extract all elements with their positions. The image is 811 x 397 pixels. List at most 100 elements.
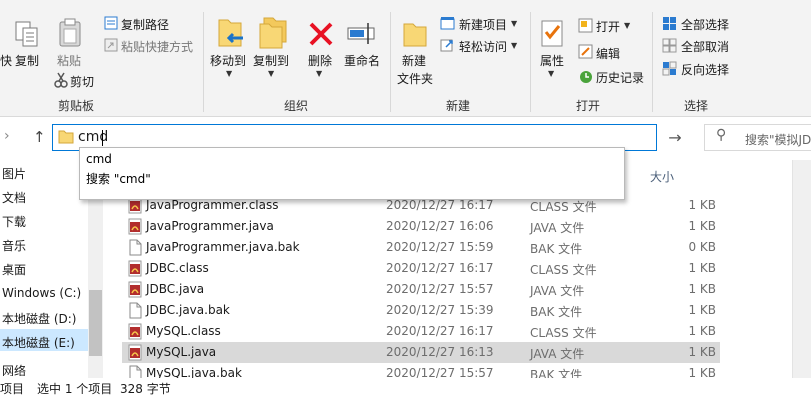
file-date: 2020/12/27 16:06 bbox=[386, 219, 494, 233]
file-size: 1 KB bbox=[688, 324, 716, 338]
nav-item-downloads[interactable]: 下载 bbox=[2, 213, 26, 230]
copy-to-button[interactable]: 复制到 bbox=[253, 52, 289, 69]
separator bbox=[203, 12, 204, 112]
file-icon bbox=[129, 302, 142, 319]
go-arrow-icon[interactable]: → bbox=[660, 124, 690, 151]
paste-icon[interactable] bbox=[57, 18, 83, 48]
chevron-down-icon[interactable]: ▼ bbox=[624, 21, 630, 30]
nav-item-drive-d[interactable]: 本地磁盘 (D:) bbox=[2, 310, 76, 327]
delete-icon[interactable] bbox=[307, 20, 335, 48]
easy-access-icon[interactable] bbox=[440, 38, 455, 52]
select-none-button[interactable]: 全部取消 bbox=[681, 38, 729, 55]
file-type: CLASS 文件 bbox=[530, 263, 597, 277]
history-icon[interactable] bbox=[578, 69, 593, 84]
open-group-label: 打开 bbox=[575, 99, 600, 113]
paste-button[interactable]: 粘贴 bbox=[57, 52, 81, 69]
history-button[interactable]: 历史记录 bbox=[596, 69, 644, 86]
chevron-down-icon[interactable]: ▼ bbox=[316, 69, 322, 78]
scissors-icon[interactable] bbox=[54, 72, 68, 88]
copy-to-icon[interactable] bbox=[258, 16, 288, 50]
java-file-icon bbox=[128, 260, 142, 277]
java-file-icon bbox=[128, 323, 142, 340]
nav-item-pictures[interactable]: 图片 bbox=[2, 165, 26, 182]
new-item-icon[interactable] bbox=[440, 16, 455, 30]
nav-item-drive-e[interactable]: 本地磁盘 (E:) bbox=[2, 334, 75, 351]
cut-button[interactable]: 剪切 bbox=[70, 73, 94, 90]
delete-button[interactable]: 删除 bbox=[308, 52, 332, 69]
paste-shortcut-icon[interactable] bbox=[104, 38, 118, 52]
chevron-down-icon[interactable]: ▼ bbox=[226, 69, 232, 78]
chevron-down-icon[interactable]: ▼ bbox=[511, 19, 517, 28]
file-size: 1 KB bbox=[688, 261, 716, 275]
new-group-label: 新建 bbox=[445, 99, 470, 113]
nav-scrollbar-thumb[interactable] bbox=[89, 290, 102, 356]
file-type: JAVA 文件 bbox=[530, 347, 585, 361]
pin-quick-access-label[interactable]: 快 bbox=[0, 52, 12, 69]
file-date: 2020/12/27 16:13 bbox=[386, 345, 494, 359]
separator bbox=[530, 12, 531, 112]
file-date: 2020/12/27 16:17 bbox=[386, 261, 494, 275]
copy-path-icon[interactable] bbox=[104, 16, 118, 30]
copy-icon[interactable] bbox=[14, 20, 40, 48]
chevron-down-icon[interactable]: ▼ bbox=[268, 69, 274, 78]
ribbon: 快 复制 粘贴 复制路径 粘贴快捷方式 剪切 剪贴板 移动到 ▼ 复制到 ▼ 删… bbox=[0, 0, 811, 117]
select-all-button[interactable]: 全部选择 bbox=[681, 16, 729, 33]
new-item-button[interactable]: 新建项目 bbox=[459, 16, 507, 33]
file-name: JavaProgrammer.java.bak bbox=[146, 240, 300, 254]
forward-arrow-icon[interactable]: › bbox=[4, 128, 10, 144]
status-selected: 选中 1 个项目 bbox=[37, 382, 113, 396]
select-none-icon[interactable] bbox=[662, 38, 677, 53]
file-row[interactable]: JavaProgrammer.java 2020/12/27 16:06 JAVA … bbox=[122, 216, 720, 237]
nav-item-network[interactable]: 网络 bbox=[2, 362, 26, 376]
chevron-down-icon[interactable]: ▼ bbox=[511, 41, 517, 50]
new-folder-button[interactable]: 新建 bbox=[402, 52, 426, 69]
rename-button[interactable]: 重命名 bbox=[344, 52, 380, 69]
file-size: 1 KB bbox=[688, 303, 716, 317]
invert-selection-button[interactable]: 反向选择 bbox=[681, 61, 729, 78]
status-item-count: 项目 bbox=[0, 382, 25, 396]
select-all-icon[interactable] bbox=[662, 16, 677, 31]
chevron-down-icon[interactable]: ▼ bbox=[548, 69, 554, 78]
column-header-size[interactable]: 大小 bbox=[650, 168, 674, 185]
edit-button[interactable]: 编辑 bbox=[596, 45, 620, 62]
move-to-icon[interactable] bbox=[215, 16, 245, 50]
paste-shortcut-button[interactable]: 粘贴快捷方式 bbox=[121, 38, 193, 55]
autocomplete-item[interactable]: cmd bbox=[86, 152, 112, 166]
file-row[interactable]: JDBC.java.bak 2020/12/27 15:39 BAK 文件 1 KB bbox=[122, 300, 720, 321]
address-input[interactable]: cmd bbox=[78, 129, 108, 145]
new-folder-button-line2[interactable]: 文件夹 bbox=[397, 70, 433, 87]
file-size: 0 KB bbox=[688, 240, 716, 254]
nav-item-music[interactable]: 音乐 bbox=[2, 237, 26, 254]
edit-icon[interactable] bbox=[578, 44, 593, 59]
up-arrow-icon[interactable]: ↑ bbox=[33, 128, 46, 146]
file-name: JavaProgrammer.java bbox=[146, 219, 274, 233]
nav-item-drive-c[interactable]: Windows (C:) bbox=[2, 286, 81, 300]
invert-selection-icon[interactable] bbox=[662, 61, 677, 76]
new-folder-icon[interactable] bbox=[402, 18, 428, 48]
file-row[interactable]: JDBC.class 2020/12/27 16:17 CLASS 文件 1 KB bbox=[122, 258, 720, 279]
file-row[interactable]: JavaProgrammer.java.bak 2020/12/27 15:59 B… bbox=[122, 237, 720, 258]
properties-button[interactable]: 属性 bbox=[540, 52, 564, 69]
file-list-scrollbar[interactable] bbox=[792, 160, 811, 378]
move-to-button[interactable]: 移动到 bbox=[210, 52, 246, 69]
autocomplete-item[interactable]: 搜索 "cmd" bbox=[86, 170, 151, 187]
file-size: 1 KB bbox=[688, 282, 716, 296]
file-type: JAVA 文件 bbox=[530, 221, 585, 235]
file-type: CLASS 文件 bbox=[530, 200, 597, 214]
copy-button[interactable]: 复制 bbox=[15, 52, 39, 69]
open-icon[interactable] bbox=[578, 18, 593, 33]
file-row[interactable]: MySQL.class 2020/12/27 16:17 CLASS 文件 1 KB bbox=[122, 321, 720, 342]
file-row[interactable]: JDBC.java 2020/12/27 15:57 JAVA 文件 1 KB bbox=[122, 279, 720, 300]
file-row[interactable]: MySQL.java 2020/12/27 16:13 JAVA 文件 1 KB bbox=[122, 342, 720, 363]
easy-access-button[interactable]: 轻松访问 bbox=[459, 38, 507, 55]
open-button[interactable]: 打开 bbox=[596, 18, 620, 35]
file-type: CLASS 文件 bbox=[530, 326, 597, 340]
clipboard-group-label: 剪贴板 bbox=[57, 99, 94, 113]
folder-icon bbox=[58, 130, 74, 144]
separator bbox=[652, 12, 653, 112]
nav-item-desktop[interactable]: 桌面 bbox=[2, 261, 26, 278]
copy-path-button[interactable]: 复制路径 bbox=[121, 16, 169, 33]
properties-icon[interactable] bbox=[540, 18, 564, 48]
nav-item-documents[interactable]: 文档 bbox=[2, 189, 26, 206]
rename-icon[interactable] bbox=[346, 20, 378, 46]
